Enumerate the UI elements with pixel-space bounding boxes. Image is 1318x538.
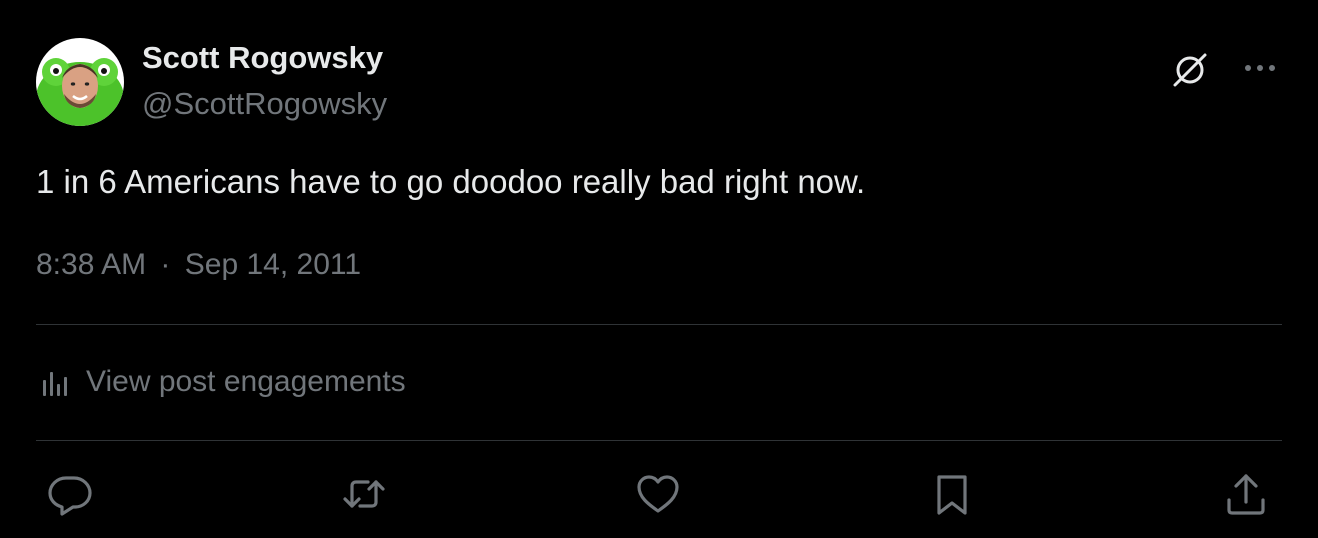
more-icon[interactable] [1238,50,1282,86]
avatar-photo-icon [36,38,124,126]
repost-button[interactable] [338,468,390,520]
author-handle[interactable]: @ScottRogowsky [142,86,387,122]
repost-icon [343,480,385,508]
grok-icon[interactable] [1166,46,1214,94]
share-button[interactable] [1220,468,1272,520]
reply-icon [48,476,92,516]
avatar[interactable] [36,38,124,126]
meta-separator: · [160,248,171,281]
tweet-detail: Scott Rogowsky @ScottRogowsky 1 in 6 Ame… [0,0,1318,538]
author-display-name[interactable]: Scott Rogowsky [142,40,383,76]
view-engagements-label: View post engagements [86,365,406,398]
heart-icon [637,475,679,513]
like-button[interactable] [632,468,684,520]
bookmark-button[interactable] [926,468,978,520]
divider [36,324,1282,325]
divider [36,440,1282,441]
tweet-timestamp[interactable]: 8:38 AM · Sep 14, 2011 [36,248,361,282]
bookmark-icon [937,475,967,515]
view-engagements-link[interactable]: View post engagements [36,360,406,404]
share-icon [1227,474,1265,515]
tweet-text: 1 in 6 Americans have to go doodoo reall… [36,163,866,200]
tweet-time: 8:38 AM [36,248,147,281]
reply-button[interactable] [44,468,96,520]
analytics-icon [36,364,72,400]
tweet-date: Sep 14, 2011 [184,248,362,281]
